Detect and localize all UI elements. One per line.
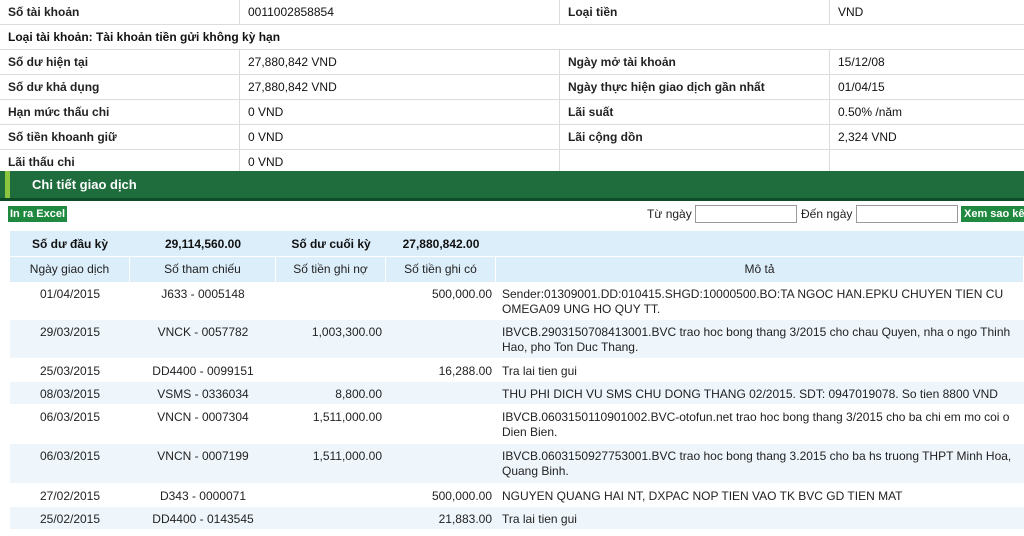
- current-balance-label: Số dư hiện tại: [0, 50, 240, 74]
- row-debit: 1,511,000.00: [312, 410, 382, 424]
- account-row: Loại tài khoản: Tài khoản tiền gửi không…: [0, 25, 1024, 50]
- section-marker-icon: [5, 171, 10, 198]
- row-credit: [386, 320, 496, 325]
- row-date: 29/03/2015: [39, 325, 101, 339]
- closing-balance-label: Số dư cuối kỳ: [291, 236, 371, 251]
- open-date-label: Ngày mở tài khoản: [560, 50, 830, 74]
- table-row: 29/03/2015 VNCK - 0057782 1,003,300.00 I…: [10, 320, 1024, 359]
- row-reference: DD4400 - 0143545: [152, 512, 254, 526]
- row-date: 06/03/2015: [39, 410, 101, 424]
- row-reference: VSMS - 0336034: [157, 387, 249, 401]
- interest-rate-label: Lãi suất: [560, 100, 830, 124]
- interest-rate-value: 0.50% /năm: [838, 105, 903, 119]
- row-description: NGUYEN QUANG HAI NT, DXPAC NOP TIEN VAO …: [502, 489, 903, 503]
- row-description: Sender:01309001.DD:010415.SHGD:10000500.…: [502, 287, 1004, 316]
- accrued-interest-label: Lãi cộng dồn: [560, 125, 830, 149]
- current-balance-value: 27,880,842 VND: [240, 50, 560, 74]
- last-transaction-date-label: Ngày thực hiện giao dịch gần nhất: [560, 75, 830, 99]
- row-date: 01/04/2015: [39, 287, 101, 301]
- row-credit: 16,288.00: [438, 364, 492, 378]
- row-credit: [386, 382, 496, 387]
- row-reference: VNCN - 0007199: [157, 449, 249, 463]
- account-row: Số dư hiện tại 27,880,842 VND Ngày mở tà…: [0, 50, 1024, 75]
- to-date-label: Đến ngày: [801, 207, 853, 221]
- table-row: 27/02/2015 D343 - 0000071 500,000.00 NGU…: [10, 484, 1024, 507]
- row-reference: J633 - 0005148: [161, 287, 245, 301]
- account-row: Hạn mức thấu chi 0 VND Lãi suất 0.50% /n…: [0, 100, 1024, 125]
- opening-balance-label: Số dư đầu kỳ: [31, 236, 109, 251]
- from-date-label: Từ ngày: [647, 207, 692, 221]
- table-row: 25/02/2015 DD4400 - 0143545 21,883.00 Tr…: [10, 507, 1024, 530]
- header-credit: Số tiền ghi có: [386, 257, 496, 282]
- account-number-label: Số tài khoản: [0, 0, 240, 24]
- table-header: Ngày giao dịch Số tham chiếu Số tiền ghi…: [10, 256, 1024, 282]
- row-debit: [276, 484, 386, 489]
- header-date: Ngày giao dịch: [10, 257, 130, 282]
- held-amount-value: 0 VND: [240, 125, 560, 149]
- account-type: Loại tài khoản: Tài khoản tiền gửi không…: [8, 30, 281, 44]
- account-info: Số tài khoản 0011002858854 Loại tiền VND…: [0, 0, 1024, 175]
- closing-balance-value: 27,880,842.00: [402, 236, 480, 251]
- row-date: 25/03/2015: [39, 364, 101, 378]
- balance-summary: Số dư đầu kỳ 29,114,560.00 Số dư cuối kỳ…: [10, 231, 1024, 256]
- section-title: Chi tiết giao dịch: [32, 177, 137, 192]
- last-transaction-date-value: 01/04/15: [838, 80, 885, 94]
- row-credit: 21,883.00: [438, 512, 492, 526]
- row-description: Tra lai tien gui: [502, 364, 577, 378]
- row-description: IBVCB.0603150110901002.BVC-otofun.net tr…: [502, 410, 1010, 439]
- open-date-value: 15/12/08: [838, 55, 885, 69]
- header-reference: Số tham chiếu: [130, 257, 276, 282]
- row-debit: [276, 359, 386, 364]
- table-row: 06/03/2015 VNCN - 0007304 1,511,000.00 I…: [10, 405, 1024, 444]
- overdraft-limit-value: 0 VND: [240, 100, 560, 124]
- row-debit: 1,511,000.00: [312, 449, 382, 463]
- currency-label: Loại tiền: [560, 0, 830, 24]
- header-debit: Số tiền ghi nợ: [276, 257, 386, 282]
- row-date: 27/02/2015: [39, 489, 101, 503]
- row-credit: 500,000.00: [431, 489, 492, 503]
- row-credit: [386, 405, 496, 410]
- table-row: 25/03/2015 DD4400 - 0099151 16,288.00 Tr…: [10, 359, 1024, 382]
- row-credit: [386, 444, 496, 449]
- row-description: IBVCB.0603150927753001.BVC trao hoc bong…: [502, 449, 1012, 478]
- table-row: 06/03/2015 VNCN - 0007199 1,511,000.00 I…: [10, 444, 1024, 484]
- row-reference: DD4400 - 0099151: [152, 364, 254, 378]
- available-balance-label: Số dư khả dụng: [0, 75, 240, 99]
- account-number-value: 0011002858854: [240, 0, 560, 24]
- held-amount-label: Số tiền khoanh giữ: [0, 125, 240, 149]
- to-date-input[interactable]: [856, 205, 958, 223]
- transaction-details-header: Chi tiết giao dịch: [0, 171, 1024, 201]
- row-debit: [276, 507, 386, 512]
- table-row: 08/03/2015 VSMS - 0336034 8,800.00 THU P…: [10, 382, 1024, 405]
- row-date: 06/03/2015: [39, 449, 101, 463]
- overdraft-limit-label: Hạn mức thấu chi: [0, 100, 240, 124]
- row-date: 25/02/2015: [39, 512, 101, 526]
- row-debit: 1,003,300.00: [311, 325, 382, 339]
- transaction-table: Số dư đầu kỳ 29,114,560.00 Số dư cuối kỳ…: [10, 231, 1024, 530]
- row-debit: [276, 282, 386, 287]
- row-date: 08/03/2015: [39, 387, 101, 401]
- row-reference: D343 - 0000071: [159, 489, 247, 503]
- account-row: Số dư khả dụng 27,880,842 VND Ngày thực …: [0, 75, 1024, 100]
- opening-balance-value: 29,114,560.00: [164, 236, 242, 251]
- export-excel-button[interactable]: In ra Excel: [8, 206, 68, 222]
- currency-value: VND: [838, 5, 864, 19]
- view-statement-button[interactable]: Xem sao kê: [961, 206, 1024, 222]
- table-row: 01/04/2015 J633 - 0005148 500,000.00 Sen…: [10, 282, 1024, 320]
- from-date-input[interactable]: [695, 205, 797, 223]
- row-debit: 8,800.00: [335, 387, 382, 401]
- row-description: THU PHI DICH VU SMS CHU DONG THANG 02/20…: [502, 387, 998, 401]
- account-row: Số tài khoản 0011002858854 Loại tiền VND: [0, 0, 1024, 25]
- accrued-interest-value: 2,324 VND: [838, 130, 897, 144]
- row-reference: VNCK - 0057782: [157, 325, 249, 339]
- available-balance-value: 27,880,842 VND: [240, 75, 560, 99]
- row-description: Tra lai tien gui: [502, 512, 577, 526]
- header-description: Mô tả: [496, 257, 1024, 282]
- account-row: Số tiền khoanh giữ 0 VND Lãi cộng dồn 2,…: [0, 125, 1024, 150]
- row-reference: VNCN - 0007304: [157, 410, 249, 424]
- row-credit: 500,000.00: [431, 287, 492, 301]
- row-description: IBVCB.2903150708413001.BVC trao hoc bong…: [502, 325, 1011, 354]
